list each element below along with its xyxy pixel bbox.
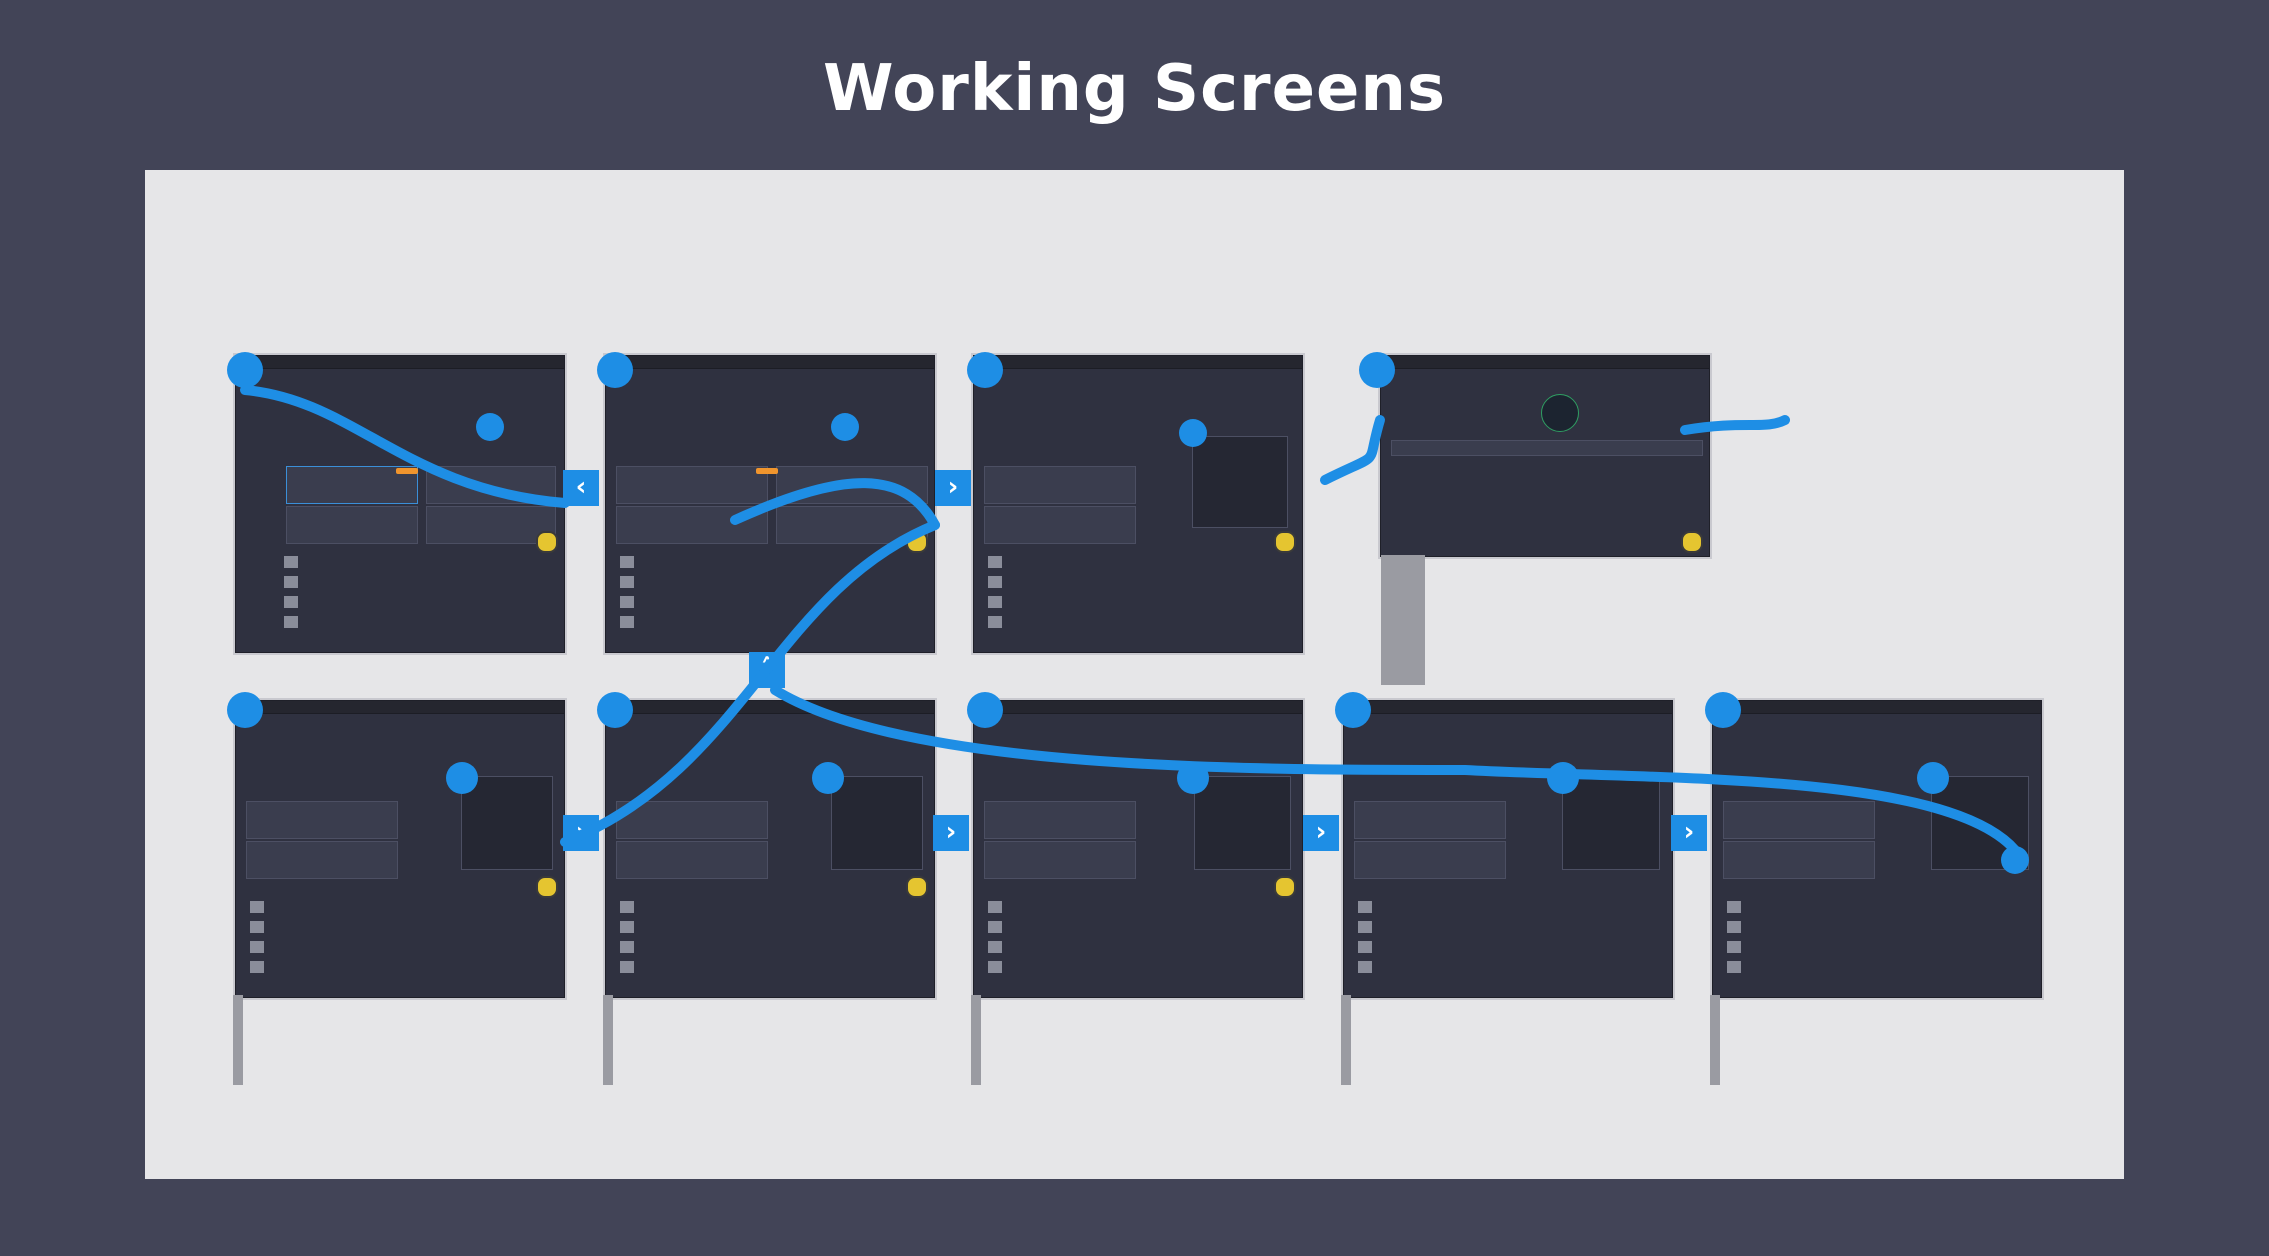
flow-connectors: [227, 352, 2029, 874]
storyboard-canvas: ‹ › ˄ › › › ›: [145, 170, 2124, 1179]
page-title: Working Screens: [822, 52, 1447, 126]
